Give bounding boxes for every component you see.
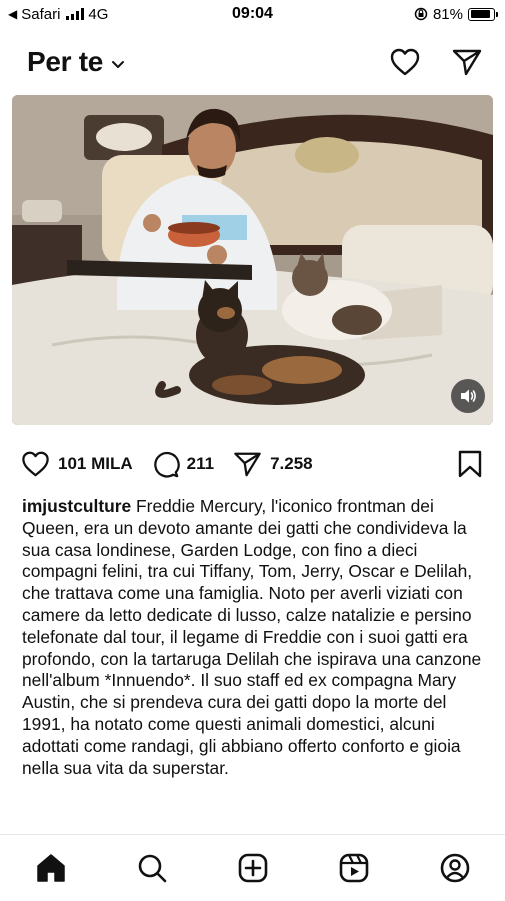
reels-icon bbox=[339, 853, 368, 883]
heart-icon[interactable] bbox=[389, 47, 421, 77]
comment-count: 211 bbox=[186, 454, 215, 473]
profile-icon bbox=[440, 853, 469, 883]
volume-button[interactable] bbox=[451, 379, 485, 413]
share-count: 7.258 bbox=[270, 454, 313, 473]
home-icon bbox=[36, 854, 65, 882]
share-button[interactable]: 7.258 bbox=[232, 450, 313, 478]
feed-title: Per te bbox=[27, 46, 104, 77]
network-label: 4G bbox=[88, 5, 109, 23]
search-icon bbox=[138, 854, 166, 883]
volume-icon bbox=[461, 389, 476, 403]
caption-text: Freddie Mercury, l'iconico frontman dei … bbox=[22, 496, 482, 778]
header-actions bbox=[389, 47, 505, 77]
status-bar: ◀ Safari 4G 09:04 81% bbox=[0, 0, 505, 28]
rotation-lock-icon bbox=[414, 7, 428, 21]
tab-profile[interactable] bbox=[425, 843, 485, 893]
battery-percent: 81% bbox=[432, 5, 463, 23]
back-app-label[interactable]: Safari bbox=[21, 6, 60, 23]
post-actions-left: 101 MILA 211 7.258 bbox=[0, 450, 331, 478]
status-left: ◀ Safari 4G bbox=[0, 6, 108, 23]
bookmark-icon bbox=[458, 450, 482, 478]
post-actions: 101 MILA 211 7.258 bbox=[0, 446, 505, 482]
post-username[interactable]: imjustculture bbox=[22, 496, 131, 516]
like-button[interactable]: 101 MILA bbox=[20, 450, 133, 478]
feed-header: Per te bbox=[0, 36, 505, 88]
post-media[interactable] bbox=[12, 95, 493, 425]
post-caption: imjustculture Freddie Mercury, l'iconico… bbox=[22, 496, 492, 779]
chevron-down-icon bbox=[112, 61, 125, 68]
status-right: 81% bbox=[414, 6, 505, 23]
tab-create[interactable] bbox=[223, 843, 283, 893]
back-arrow-icon[interactable]: ◀ bbox=[8, 7, 17, 21]
signal-icon bbox=[66, 8, 85, 20]
tab-bar bbox=[0, 834, 505, 901]
create-icon bbox=[238, 853, 267, 883]
save-button[interactable] bbox=[457, 449, 505, 479]
tab-search[interactable] bbox=[122, 843, 182, 893]
comment-button[interactable]: 211 bbox=[151, 450, 214, 478]
tab-home[interactable] bbox=[21, 843, 81, 893]
feed-selector[interactable]: Per te bbox=[0, 46, 125, 78]
heart-icon bbox=[22, 451, 49, 477]
send-icon[interactable] bbox=[451, 47, 483, 77]
send-icon bbox=[234, 452, 261, 477]
battery-icon bbox=[468, 7, 498, 21]
tab-reels[interactable] bbox=[324, 843, 384, 893]
comment-icon bbox=[153, 451, 180, 478]
like-count: 101 MILA bbox=[58, 454, 133, 473]
post-photo bbox=[12, 95, 493, 425]
